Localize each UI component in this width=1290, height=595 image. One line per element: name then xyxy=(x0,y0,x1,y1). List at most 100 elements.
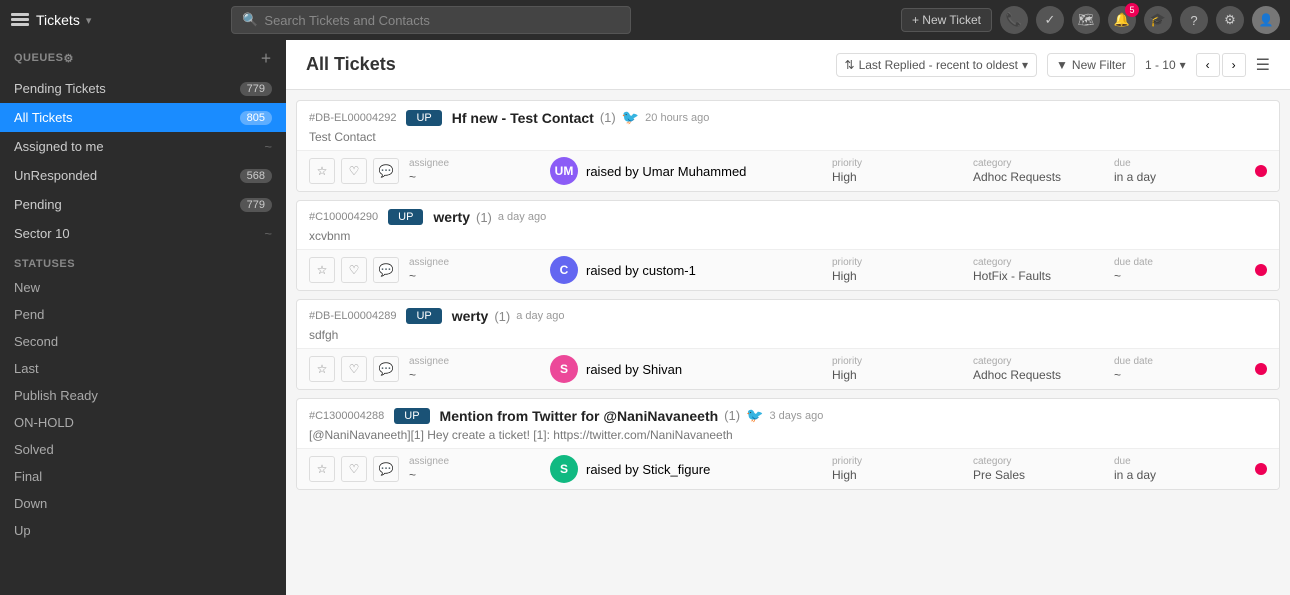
due-label: due xyxy=(1114,158,1255,169)
list-view-icon[interactable]: ☰ xyxy=(1256,55,1270,75)
raised-by-avatar: UM xyxy=(550,157,578,185)
raised-by-label: raised by xyxy=(586,164,639,179)
category-value: Adhoc Requests xyxy=(973,368,1114,382)
content-area: All Tickets ⇅ Last Replied - recent to o… xyxy=(286,40,1290,595)
settings-icon[interactable]: ⚙ xyxy=(1216,6,1244,34)
filter-button[interactable]: ▼ New Filter xyxy=(1047,53,1135,77)
raised-by-label: raised by xyxy=(586,362,639,377)
check-icon[interactable]: ✓ xyxy=(1036,6,1064,34)
ticket-card: #C1300004288 UP Mention from Twitter for… xyxy=(296,398,1280,490)
status-item-pend[interactable]: Pend xyxy=(0,301,286,328)
notification-icon[interactable]: 🔔 5 xyxy=(1108,6,1136,34)
ticket-status-button[interactable]: UP xyxy=(406,308,441,324)
comment-icon[interactable]: 💬 xyxy=(373,257,399,283)
sidebar-item-assigned-to-me[interactable]: Assigned to me ~ xyxy=(0,132,286,161)
star-empty-icon[interactable]: ☆ xyxy=(309,356,335,382)
app-logo[interactable]: Tickets ▾ xyxy=(10,10,91,30)
ticket-card: #DB-EL00004289 UP werty (1) a day ago sd… xyxy=(296,299,1280,390)
search-input[interactable] xyxy=(264,13,620,28)
status-item-last[interactable]: Last xyxy=(0,355,286,382)
queues-settings-icon[interactable]: ⚙ xyxy=(63,52,73,65)
page-prev-button[interactable]: ‹ xyxy=(1196,53,1220,77)
priority-value: High xyxy=(832,170,973,184)
assignee-value: ~ xyxy=(409,368,550,382)
star-empty-icon[interactable]: ☆ xyxy=(309,456,335,482)
sidebar-item-count: 779 xyxy=(240,82,272,96)
status-item-on-hold[interactable]: ON-HOLD xyxy=(0,409,286,436)
ticket-header: #DB-EL00004289 UP werty (1) a day ago xyxy=(297,300,1279,328)
star-empty-icon[interactable]: ☆ xyxy=(309,158,335,184)
ticket-id: #C1300004288 xyxy=(309,410,384,422)
sidebar-item-label: Assigned to me xyxy=(14,139,104,154)
new-ticket-button[interactable]: + New Ticket xyxy=(901,8,992,32)
priority-value: High xyxy=(832,468,973,482)
raised-by-info: raised by Umar Muhammed xyxy=(586,164,746,179)
page-range: 1 - 10 xyxy=(1145,58,1176,72)
search-icon: 🔍 xyxy=(242,12,258,28)
comment-icon[interactable]: 💬 xyxy=(373,356,399,382)
due-label: due xyxy=(1114,456,1255,467)
twitter-icon: 🐦 xyxy=(746,407,763,424)
priority-label: priority xyxy=(832,158,973,169)
page-info: 1 - 10 ▾ xyxy=(1145,58,1186,72)
ticket-count: (1) xyxy=(494,309,510,324)
ticket-time: a day ago xyxy=(516,310,564,322)
hat-icon[interactable]: 🎓 xyxy=(1144,6,1172,34)
star-empty-icon[interactable]: ☆ xyxy=(309,257,335,283)
bookmark-icon[interactable]: ♡ xyxy=(341,158,367,184)
notification-badge: 5 xyxy=(1125,3,1139,17)
sidebar-item-sector-10[interactable]: Sector 10 ~ xyxy=(0,219,286,248)
sidebar-item-pending-tickets[interactable]: Pending Tickets 779 xyxy=(0,74,286,103)
comment-icon[interactable]: 💬 xyxy=(373,456,399,482)
ticket-meta: ☆ ♡ 💬 assignee ~ S raised by Shivan xyxy=(297,348,1279,389)
raised-by-avatar: S xyxy=(550,355,578,383)
sidebar-item-all-tickets[interactable]: All Tickets 805 xyxy=(0,103,286,132)
priority-label: priority xyxy=(832,456,973,467)
due-field: due date ~ xyxy=(1114,257,1255,283)
map-icon[interactable]: 🗺 xyxy=(1072,6,1100,34)
ticket-status-button[interactable]: UP xyxy=(394,408,429,424)
chevron-down-icon[interactable]: ▾ xyxy=(86,14,92,27)
help-icon[interactable]: ? xyxy=(1180,6,1208,34)
raised-by-avatar: C xyxy=(550,256,578,284)
category-label: category xyxy=(973,257,1114,268)
sidebar-item-unresponded[interactable]: UnResponded 568 xyxy=(0,161,286,190)
urgency-indicator xyxy=(1255,165,1267,177)
page-next-button[interactable]: › xyxy=(1222,53,1246,77)
status-item-solved[interactable]: Solved xyxy=(0,436,286,463)
ticket-time: a day ago xyxy=(498,211,546,223)
priority-field: priority High xyxy=(832,456,973,482)
due-value: ~ xyxy=(1114,368,1255,382)
sidebar-item-count: ~ xyxy=(264,226,272,241)
ticket-status-button[interactable]: UP xyxy=(388,209,423,225)
user-avatar[interactable]: 👤 xyxy=(1252,6,1280,34)
ticket-time: 20 hours ago xyxy=(645,112,709,124)
status-item-final[interactable]: Final xyxy=(0,463,286,490)
raised-by-field: UM raised by Umar Muhammed xyxy=(550,157,832,185)
ticket-title: Mention from Twitter for @NaniNavaneeth … xyxy=(440,407,824,424)
assignee-field: assignee ~ xyxy=(409,456,550,482)
bookmark-icon[interactable]: ♡ xyxy=(341,257,367,283)
status-item-up[interactable]: Up xyxy=(0,517,286,544)
ticket-subtitle: Test Contact xyxy=(297,130,1279,150)
urgency-indicator xyxy=(1255,463,1267,475)
status-item-publish-ready[interactable]: Publish Ready xyxy=(0,382,286,409)
queues-add-icon[interactable]: ＋ xyxy=(261,50,273,66)
due-field: due in a day xyxy=(1114,456,1255,482)
sidebar-item-label: UnResponded xyxy=(14,168,97,183)
sort-button[interactable]: ⇅ Last Replied - recent to oldest ▾ xyxy=(836,53,1038,77)
sidebar-item-count: 805 xyxy=(240,111,272,125)
category-field: category HotFix - Faults xyxy=(973,257,1114,283)
bookmark-icon[interactable]: ♡ xyxy=(341,356,367,382)
sidebar-item-pending[interactable]: Pending 779 xyxy=(0,190,286,219)
comment-icon[interactable]: 💬 xyxy=(373,158,399,184)
status-item-new[interactable]: New xyxy=(0,274,286,301)
search-bar[interactable]: 🔍 xyxy=(231,6,631,34)
queues-label: QUEUES xyxy=(14,52,63,64)
phone-icon[interactable]: 📞 xyxy=(1000,6,1028,34)
status-item-down[interactable]: Down xyxy=(0,490,286,517)
due-value: ~ xyxy=(1114,269,1255,283)
status-item-second[interactable]: Second xyxy=(0,328,286,355)
bookmark-icon[interactable]: ♡ xyxy=(341,456,367,482)
ticket-status-button[interactable]: UP xyxy=(406,110,441,126)
